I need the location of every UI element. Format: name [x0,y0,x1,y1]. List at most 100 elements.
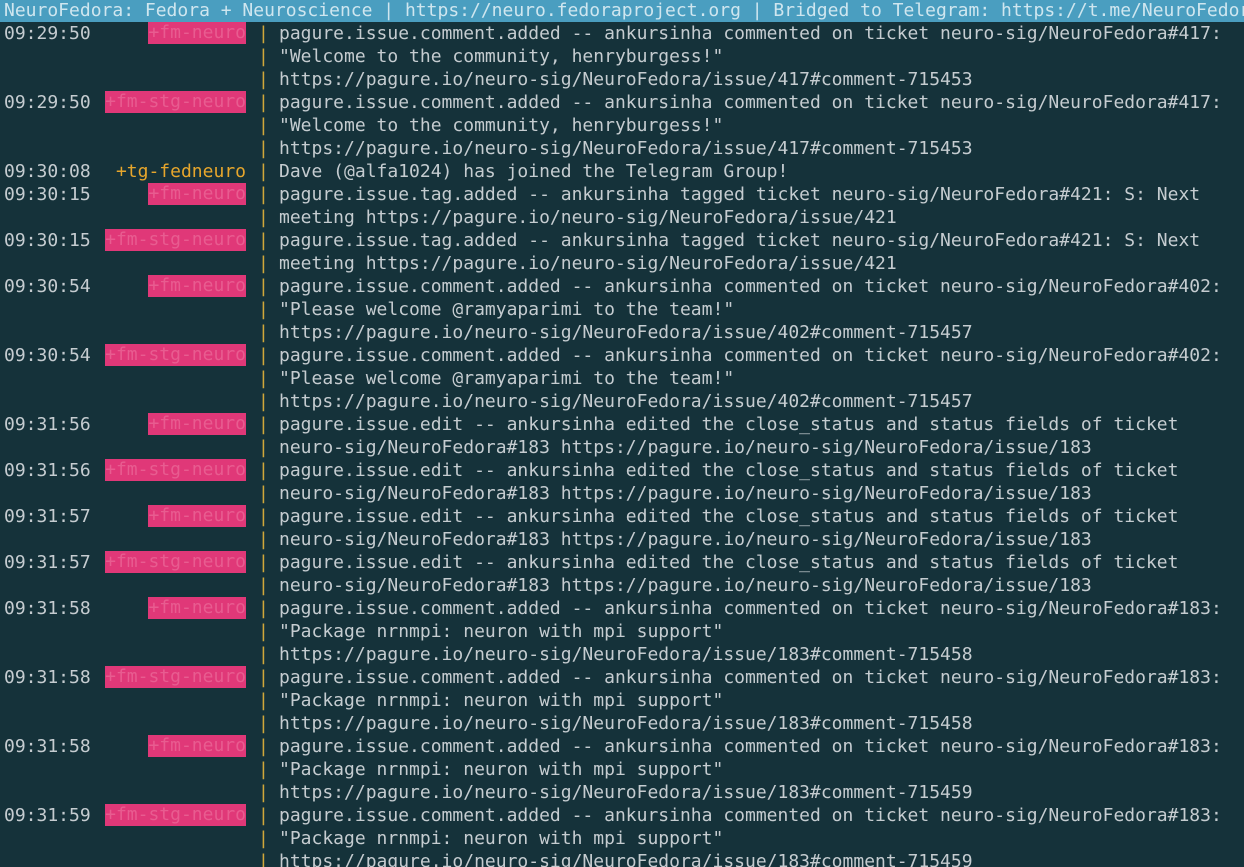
message-text: pagure.issue.edit -- ankursinha edited t… [279,506,1179,527]
message-text: meeting https://pagure.io/neuro-sig/Neur… [279,207,897,228]
nick-label[interactable]: +fm-stg-neuro [105,551,246,573]
message-row: 09:31:58 +fm-neuro | pagure.issue.comment.a… [0,597,1244,620]
message-continuation-row: | neuro-sig/NeuroFedora#183 https://pagur… [0,574,1244,597]
message-text: pagure.issue.edit -- ankursinha edited t… [279,552,1179,573]
timestamp: 09:31:58 [4,598,91,619]
column-separator: | [258,506,269,527]
nick-label[interactable]: +fm-stg-neuro [105,459,246,481]
column-separator: | [258,644,269,665]
message-text: pagure.issue.comment.added -- ankursinha… [279,23,1222,44]
message-row: 09:30:15 +fm-stg-neuro | pagure.issue.tag.a… [0,229,1244,252]
message-text: neuro-sig/NeuroFedora#183 https://pagure… [279,529,1092,550]
message-text: https://pagure.io/neuro-sig/NeuroFedora/… [279,713,973,734]
column-separator: | [258,598,269,619]
column-separator: | [258,828,269,849]
column-separator: | [258,115,269,136]
nick-label[interactable]: +fm-neuro [148,183,246,205]
message-text: "Package nrnmpi: neuron with mpi support… [279,690,724,711]
timestamp: 09:29:50 [4,23,91,44]
nick-label[interactable]: +fm-neuro [148,597,246,619]
message-continuation-row: | "Package nrnmpi: neuron with mpi suppor… [0,689,1244,712]
message-continuation-row: | https://pagure.io/neuro-sig/NeuroFedora… [0,712,1244,735]
message-text: pagure.issue.comment.added -- ankursinha… [279,92,1222,113]
column-separator: | [258,460,269,481]
message-text: "Welcome to the community, henryburgess!… [279,46,724,67]
column-separator: | [258,391,269,412]
column-separator: | [258,138,269,159]
column-separator: | [258,299,269,320]
message-text: https://pagure.io/neuro-sig/NeuroFedora/… [279,391,973,412]
nick-label[interactable]: +fm-stg-neuro [105,229,246,251]
message-text: pagure.issue.edit -- ankursinha edited t… [279,414,1179,435]
message-text: Dave (@alfa1024) has joined the Telegram… [279,161,789,182]
message-text: meeting https://pagure.io/neuro-sig/Neur… [279,253,897,274]
message-text: "Welcome to the community, henryburgess!… [279,115,724,136]
timestamp: 09:31:56 [4,460,91,481]
message-row: 09:29:50 +fm-neuro | pagure.issue.comment.a… [0,22,1244,45]
message-text: pagure.issue.comment.added -- ankursinha… [279,667,1222,688]
message-text: "Please welcome @ramyaparimi to the team… [279,299,735,320]
message-row: 09:30:08 +tg-fedneuro | Dave (@alfa1024) ha… [0,160,1244,183]
timestamp: 09:30:54 [4,345,91,366]
column-separator: | [258,621,269,642]
column-separator: | [258,552,269,573]
message-row: 09:31:58 +fm-stg-neuro | pagure.issue.comme… [0,666,1244,689]
message-row: 09:31:57 +fm-neuro | pagure.issue.edit -- a… [0,505,1244,528]
nick-label[interactable]: +fm-stg-neuro [105,344,246,366]
column-separator: | [258,414,269,435]
nick-label[interactable]: +fm-neuro [148,505,246,527]
column-separator: | [258,184,269,205]
nick-label[interactable]: +fm-neuro [148,275,246,297]
column-separator: | [258,276,269,297]
message-text: "Please welcome @ramyaparimi to the team… [279,368,735,389]
channel-topic-bar[interactable]: NeuroFedora: Fedora + Neuroscience | htt… [0,0,1244,22]
timestamp: 09:31:57 [4,506,91,527]
chat-log[interactable]: 09:29:50 +fm-neuro | pagure.issue.comment.a… [0,22,1244,867]
timestamp: 09:29:50 [4,92,91,113]
message-text: "Package nrnmpi: neuron with mpi support… [279,759,724,780]
nick-label[interactable]: +fm-neuro [148,735,246,757]
message-continuation-row: | https://pagure.io/neuro-sig/NeuroFedora… [0,321,1244,344]
timestamp: 09:31:59 [4,805,91,826]
message-text: https://pagure.io/neuro-sig/NeuroFedora/… [279,69,973,90]
message-text: pagure.issue.comment.added -- ankursinha… [279,598,1222,619]
column-separator: | [258,23,269,44]
message-continuation-row: | "Package nrnmpi: neuron with mpi suppor… [0,827,1244,850]
nick-label[interactable]: +tg-fedneuro [116,160,246,183]
column-separator: | [258,368,269,389]
column-separator: | [258,667,269,688]
nick-label[interactable]: +fm-stg-neuro [105,666,246,688]
column-separator: | [258,345,269,366]
message-continuation-row: | meeting https://pagure.io/neuro-sig/Neu… [0,252,1244,275]
nick-label[interactable]: +fm-neuro [148,413,246,435]
message-text: pagure.issue.comment.added -- ankursinha… [279,276,1222,297]
message-row: 09:31:56 +fm-stg-neuro | pagure.issue.edit … [0,459,1244,482]
message-row: 09:31:57 +fm-stg-neuro | pagure.issue.edit … [0,551,1244,574]
nick-label[interactable]: +fm-stg-neuro [105,91,246,113]
message-continuation-row: | https://pagure.io/neuro-sig/NeuroFedora… [0,781,1244,804]
message-text: https://pagure.io/neuro-sig/NeuroFedora/… [279,782,973,803]
timestamp: 09:30:54 [4,276,91,297]
nick-label[interactable]: +fm-neuro [148,22,246,44]
column-separator: | [258,207,269,228]
message-row: 09:29:50 +fm-stg-neuro | pagure.issue.comme… [0,91,1244,114]
message-row: 09:31:56 +fm-neuro | pagure.issue.edit -- a… [0,413,1244,436]
message-continuation-row: | "Welcome to the community, henryburgess… [0,114,1244,137]
message-text: pagure.issue.comment.added -- ankursinha… [279,736,1222,757]
message-row: 09:30:54 +fm-stg-neuro | pagure.issue.comme… [0,344,1244,367]
nick-label[interactable]: +fm-stg-neuro [105,804,246,826]
message-text: https://pagure.io/neuro-sig/NeuroFedora/… [279,322,973,343]
column-separator: | [258,759,269,780]
message-continuation-row: | https://pagure.io/neuro-sig/NeuroFedora… [0,68,1244,91]
message-text: neuro-sig/NeuroFedora#183 https://pagure… [279,483,1092,504]
message-text: "Package nrnmpi: neuron with mpi support… [279,621,724,642]
timestamp: 09:31:56 [4,414,91,435]
message-continuation-row: | https://pagure.io/neuro-sig/NeuroFedora… [0,137,1244,160]
column-separator: | [258,46,269,67]
message-text: https://pagure.io/neuro-sig/NeuroFedora/… [279,138,973,159]
message-text: pagure.issue.tag.added -- ankursinha tag… [279,230,1201,251]
message-text: https://pagure.io/neuro-sig/NeuroFedora/… [279,644,973,665]
message-continuation-row: | "Package nrnmpi: neuron with mpi suppor… [0,620,1244,643]
message-row: 09:30:54 +fm-neuro | pagure.issue.comment.a… [0,275,1244,298]
message-continuation-row: | "Please welcome @ramyaparimi to the tea… [0,298,1244,321]
